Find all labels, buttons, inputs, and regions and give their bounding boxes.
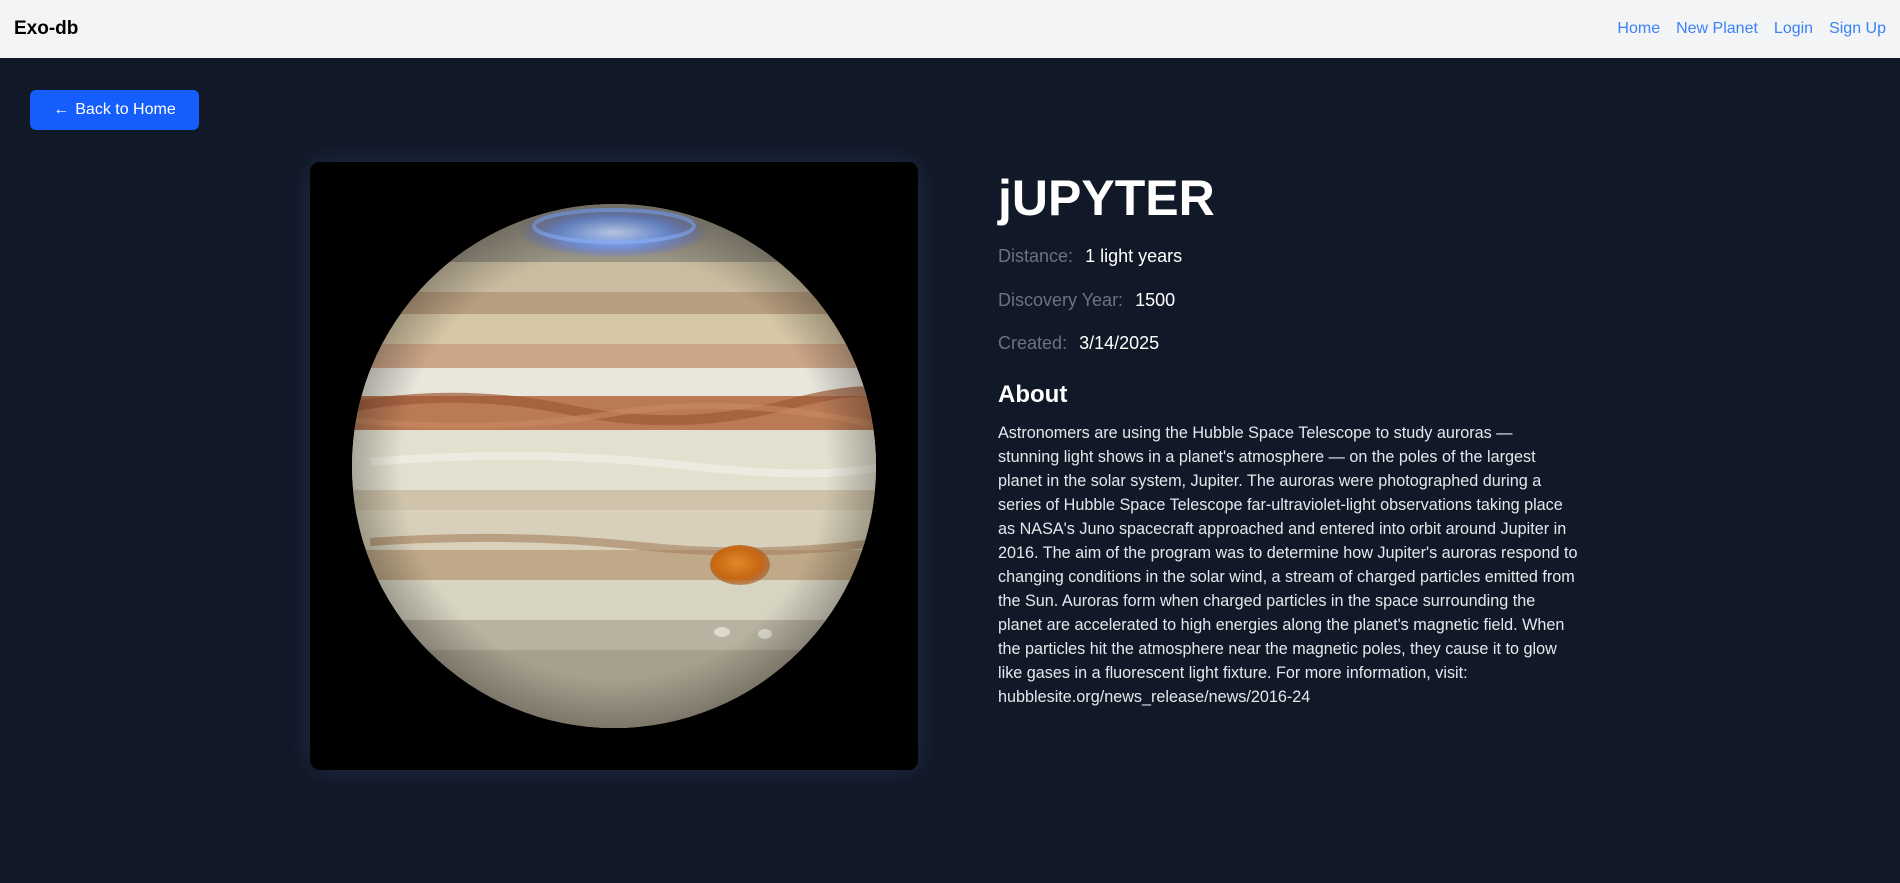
nav-links: Home New Planet Login Sign Up <box>1617 20 1886 38</box>
nav-link-home[interactable]: Home <box>1617 20 1660 38</box>
nav-link-new-planet[interactable]: New Planet <box>1676 20 1758 38</box>
arrow-left-icon: ← <box>53 101 70 118</box>
distance-value: 1 light years <box>1085 246 1183 266</box>
distance-label: Distance: <box>998 246 1074 266</box>
top-navbar: Exo-db Home New Planet Login Sign Up <box>0 0 1900 58</box>
created-label: Created: <box>998 333 1068 354</box>
created-row: Created: 3/14/2025 <box>998 333 1578 355</box>
distance-row: Distance: 1 light years <box>998 246 1578 268</box>
brand-logo[interactable]: Exo-db <box>14 18 78 40</box>
about-heading: About <box>998 380 1068 408</box>
back-to-home-button[interactable]: ← Back to Home <box>30 90 199 130</box>
nav-link-login[interactable]: Login <box>1774 20 1813 38</box>
jupiter-illustration <box>310 162 918 770</box>
nav-link-sign-up[interactable]: Sign Up <box>1829 20 1886 38</box>
created-value: 3/14/2025 <box>1079 333 1160 354</box>
planet-image <box>310 162 918 770</box>
discovery-year-row: Discovery Year: 1500 <box>998 290 1578 312</box>
discovery-year-label: Discovery Year: <box>998 289 1124 310</box>
about-description: Astronomers are using the Hubble Space T… <box>998 423 1578 706</box>
planet-detail-page: ← Back to Home jUPYTER Distance: 1 light… <box>0 58 1900 883</box>
planet-name: jUPYTER <box>998 170 1215 226</box>
discovery-year-value: 1500 <box>1135 289 1176 310</box>
back-button-label: Back to Home <box>75 101 176 118</box>
planet-info: jUPYTER Distance: 1 light years Discover… <box>998 168 1578 709</box>
